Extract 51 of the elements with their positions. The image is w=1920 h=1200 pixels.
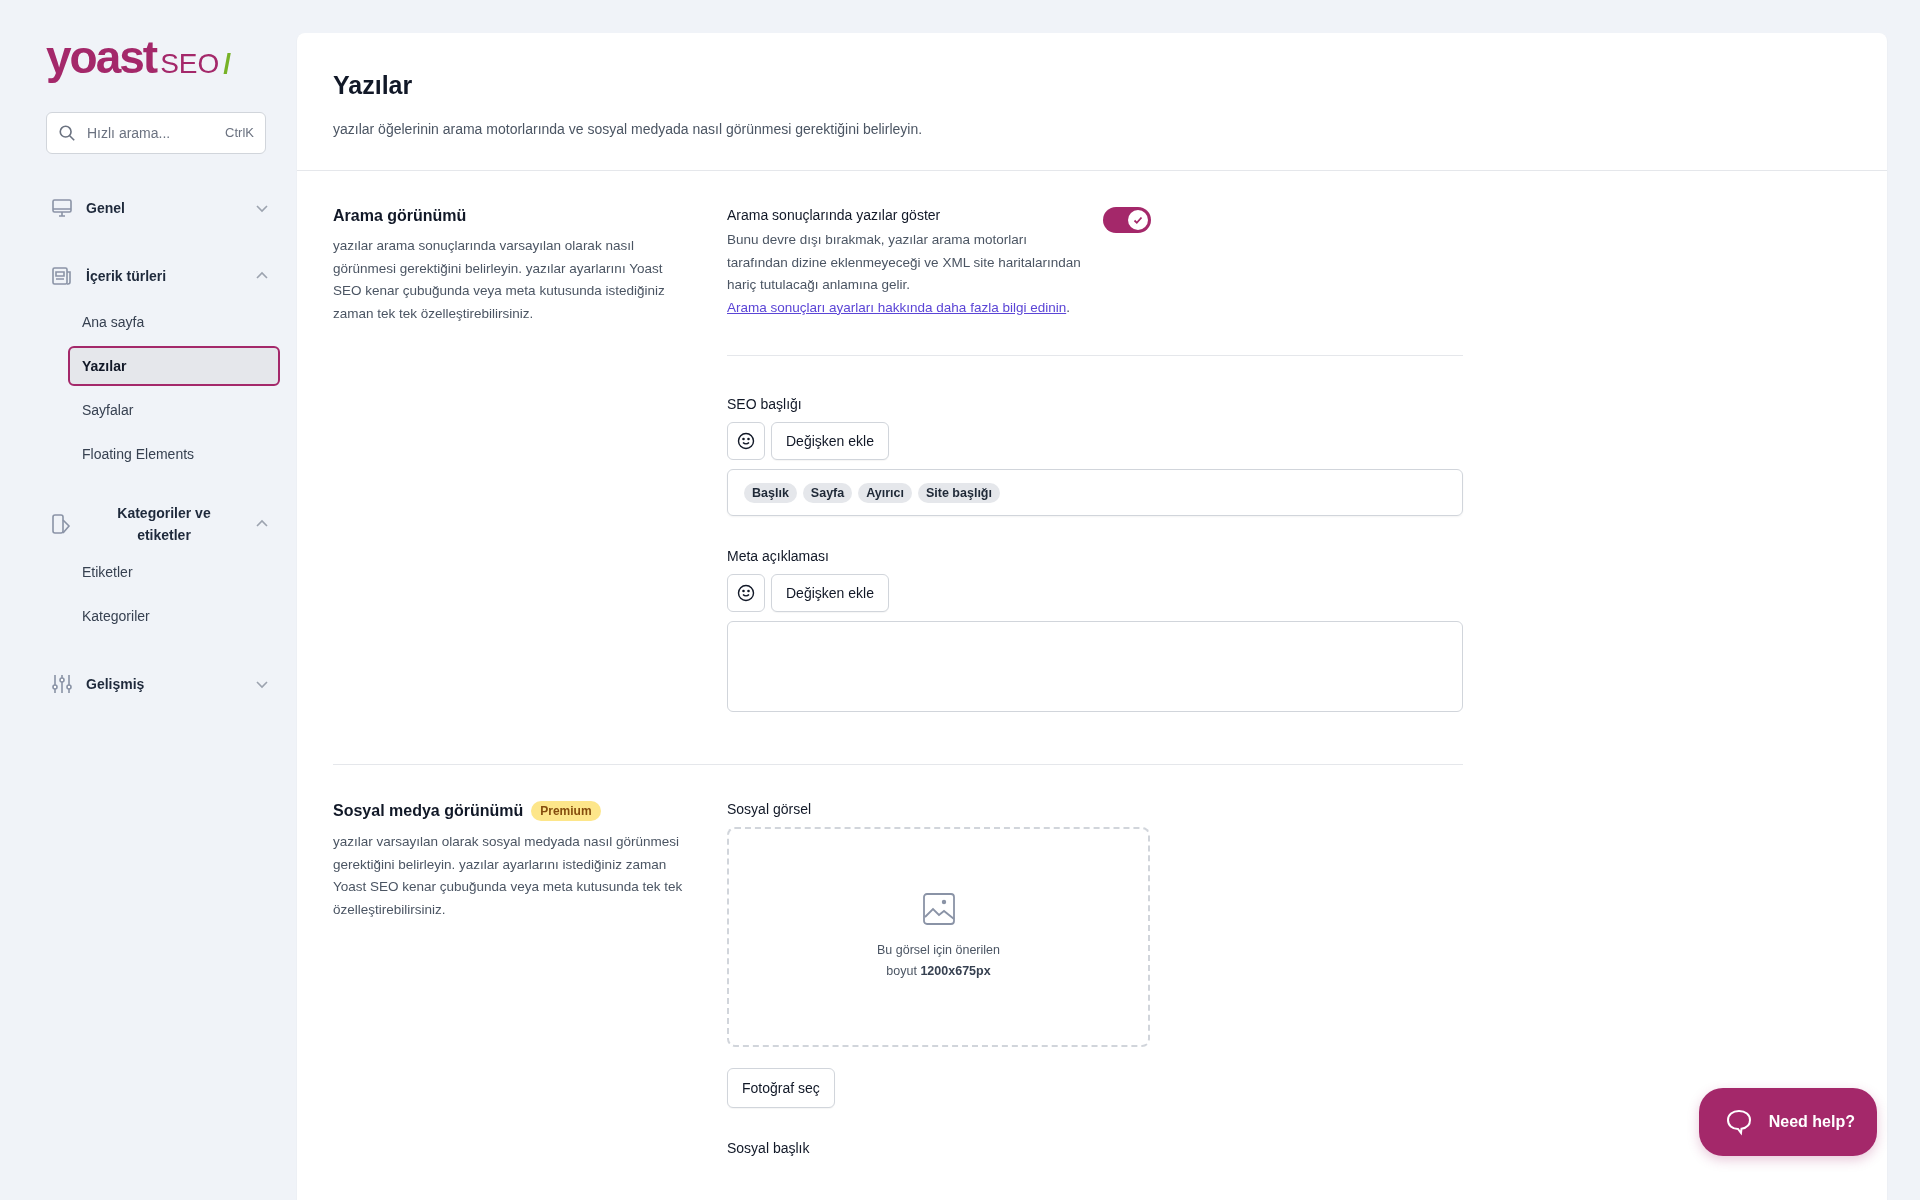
section-title: Sosyal medya görünümü [333,802,524,820]
emoji-button[interactable] [727,422,765,460]
field-label: Sosyal görsel [727,801,813,817]
field-label: Meta açıklaması [727,548,830,564]
logo-product: SEO [160,48,220,80]
smiley-icon [736,431,756,451]
nav-item[interactable]: Sayfalar [68,390,280,430]
field-label: Arama sonuçlarında yazılar göster [727,207,941,223]
section-title: Arama görünümü [333,207,467,225]
emoji-button[interactable] [727,574,765,612]
nav-item[interactable]: Floating Elements [68,434,280,474]
description-field[interactable] [727,621,1463,712]
nav-item[interactable]: Etiketler [68,552,280,592]
page-title: Yazılar [333,71,414,100]
variable-tag: Sayfa [802,482,853,503]
nav-group[interactable]: Kategoriler ve etiketler [46,502,270,546]
shortcut-hint: CtrlK [225,125,254,140]
field-label: SEO başlığı [727,396,803,412]
newspaper-icon [50,264,74,288]
choose-photo-button[interactable]: Fotoğraf seç [727,1068,835,1108]
image-icon [921,892,956,926]
logo-wordmark: yoast [46,30,157,84]
variable-tag: Ayırıcı [858,482,912,503]
seo-title-field[interactable]: Başlık Sayfa Ayırıcı Site başlığı [727,469,1463,516]
monitor-icon [50,196,74,220]
insert-variable-button[interactable]: Değişken ekle [771,574,889,612]
field-label: Sosyal başlık [727,1140,811,1156]
image-size-hint: Bu görsel için önerilen boyut 1200x675px [876,942,1001,980]
smiley-icon [736,583,756,603]
premium-badge: Premium [531,801,601,821]
nav-group[interactable]: İçerik türleri [46,256,270,296]
chat-bubble-icon [1724,1108,1753,1136]
nav-item[interactable]: Ana sayfa [68,302,280,342]
toggle-switch[interactable] [1103,207,1151,233]
nav-group[interactable]: Gelişmiş [46,664,270,704]
help-button[interactable]: Need help? [1698,1088,1877,1156]
logo-slash: / [223,48,232,80]
section-description: yazılar varsayılan olarak sosyal medyada nasıl görünmesi gerektiğini belirleyin. yazılar ayarlarını istediğiniz zaman Yoast SEO kenar çubuğunda veya meta kutusunda tek tek özelleştirebilirsiniz. [333,833,684,919]
nav-item[interactable]: Yazılar [68,346,280,386]
variable-tag: Başlık [744,482,797,503]
nav-item[interactable]: Kategoriler [68,596,280,636]
insert-variable-button[interactable]: Değişken ekle [771,422,889,460]
sliders-icon [50,672,74,696]
section-description: yazılar arama sonuçlarında varsayılan olarak nasıl görünmesi gerektiğini belirleyin. yazılar ayarlarını Yoast SEO kenar çubuğunda veya meta kutusunda istediğiniz zaman tek tek özelleştirebilirsiniz. [333,237,666,323]
nav-group[interactable]: Genel [46,188,270,228]
variable-tag: Site başlığı [917,482,1000,503]
image-dropzone[interactable]: Bu görsel için önerilen boyut 1200x675px [727,827,1150,1047]
page-description: yazılar öğelerinin arama motorlarında ve sosyal medyada nasıl görünmesi gerektiğini belirleyin. [333,120,924,139]
search-icon [58,124,76,142]
check-icon [1132,214,1144,226]
field-description: Bunu devre dışı bırakmak, yazılar arama motorları tarafından dizine eklenmeyeceği ve XML site haritalarından hariç tutulacağı anlamına gelir. Arama sonuçları ayarları hakkında daha fazla bilgi edinin. [727,231,1082,317]
